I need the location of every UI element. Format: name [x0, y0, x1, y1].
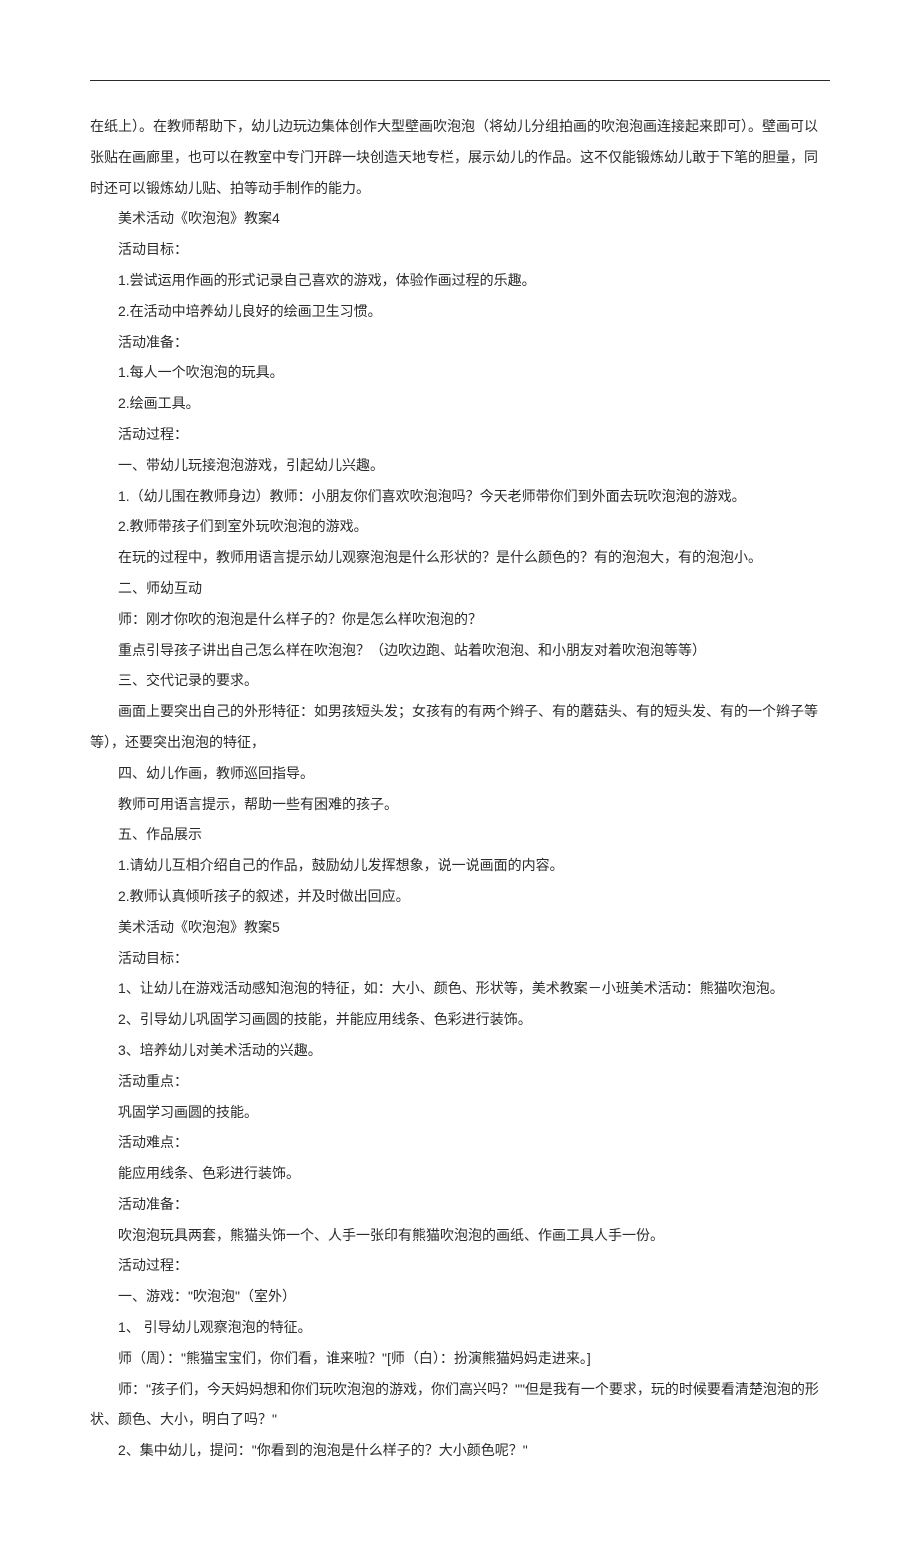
text-line: 师：刚才你吹的泡泡是什么样子的？你是怎么样吹泡泡的？ [90, 604, 830, 635]
text-line: 在玩的过程中，教师用语言提示幼儿观察泡泡是什么形状的？是什么颜色的？有的泡泡大，… [90, 542, 830, 573]
text-line: 画面上要突出自己的外形特征：如男孩短头发；女孩有的有两个辫子、有的蘑菇头、有的短… [90, 696, 830, 727]
text-line: 1.尝试运用作画的形式记录自己喜欢的游戏，体验作画过程的乐趣。 [90, 265, 830, 296]
text-line: 3、培养幼儿对美术活动的兴趣。 [90, 1035, 830, 1066]
text-line: 活动过程： [90, 419, 830, 450]
text-line: 师："孩子们，今天妈妈想和你们玩吹泡泡的游戏，你们高兴吗？""但是我有一个要求，… [90, 1374, 830, 1405]
text-line: 五、作品展示 [90, 819, 830, 850]
text-line: 一、带幼儿玩接泡泡游戏，引起幼儿兴趣。 [90, 450, 830, 481]
text-line: 巩固学习画圆的技能。 [90, 1097, 830, 1128]
text-line: 重点引导孩子讲出自己怎么样在吹泡泡？（边吹边跑、站着吹泡泡、和小朋友对着吹泡泡等… [90, 635, 830, 666]
text-line: 四、幼儿作画，教师巡回指导。 [90, 758, 830, 789]
text-line: 活动准备： [90, 1189, 830, 1220]
text-line: 师（周）："熊猫宝宝们，你们看，谁来啦？"[师（白）：扮演熊猫妈妈走进来。] [90, 1343, 830, 1374]
text-line: 2、引导幼儿巩固学习画圆的技能，并能应用线条、色彩进行装饰。 [90, 1004, 830, 1035]
text-line: 2.在活动中培养幼儿良好的绘画卫生习惯。 [90, 296, 830, 327]
text-line: 1.（幼儿围在教师身边）教师：小朋友你们喜欢吹泡泡吗？今天老师带你们到外面去玩吹… [90, 481, 830, 512]
text-line: 2、集中幼儿，提问："你看到的泡泡是什么样子的？大小颜色呢？" [90, 1435, 830, 1466]
text-line: 1.每人一个吹泡泡的玩具。 [90, 357, 830, 388]
text-line: 三、交代记录的要求。 [90, 665, 830, 696]
text-line: 2.教师认真倾听孩子的叙述，并及时做出回应。 [90, 881, 830, 912]
text-line: 1、让幼儿在游戏活动感知泡泡的特征，如：大小、颜色、形状等，美术教案－小班美术活… [90, 973, 830, 1004]
text-line: 2.绘画工具。 [90, 388, 830, 419]
text-line: 教师可用语言提示，帮助一些有困难的孩子。 [90, 789, 830, 820]
text-line: 状、颜色、大小，明白了吗？" [90, 1404, 830, 1435]
text-line: 二、师幼互动 [90, 573, 830, 604]
text-line: 等），还要突出泡泡的特征， [90, 727, 830, 758]
text-line: 在纸上）。在教师帮助下，幼儿边玩边集体创作大型壁画吹泡泡（将幼儿分组拍画的吹泡泡… [90, 111, 830, 203]
top-rule [90, 80, 830, 81]
text-line: 活动目标： [90, 943, 830, 974]
text-line: 吹泡泡玩具两套，熊猫头饰一个、人手一张印有熊猫吹泡泡的画纸、作画工具人手一份。 [90, 1220, 830, 1251]
text-line: 活动难点： [90, 1127, 830, 1158]
text-line: 活动过程： [90, 1250, 830, 1281]
text-line: 一、游戏："吹泡泡"（室外） [90, 1281, 830, 1312]
text-line: 美术活动《吹泡泡》教案5 [90, 912, 830, 943]
text-line: 能应用线条、色彩进行装饰。 [90, 1158, 830, 1189]
document-body: 在纸上）。在教师帮助下，幼儿边玩边集体创作大型壁画吹泡泡（将幼儿分组拍画的吹泡泡… [90, 111, 830, 1466]
text-line: 2.教师带孩子们到室外玩吹泡泡的游戏。 [90, 511, 830, 542]
text-line: 活动目标： [90, 234, 830, 265]
text-line: 美术活动《吹泡泡》教案4 [90, 203, 830, 234]
text-line: 活动准备： [90, 327, 830, 358]
text-line: 1、 引导幼儿观察泡泡的特征。 [90, 1312, 830, 1343]
text-line: 活动重点： [90, 1066, 830, 1097]
text-line: 1.请幼儿互相介绍自己的作品，鼓励幼儿发挥想象，说一说画面的内容。 [90, 850, 830, 881]
